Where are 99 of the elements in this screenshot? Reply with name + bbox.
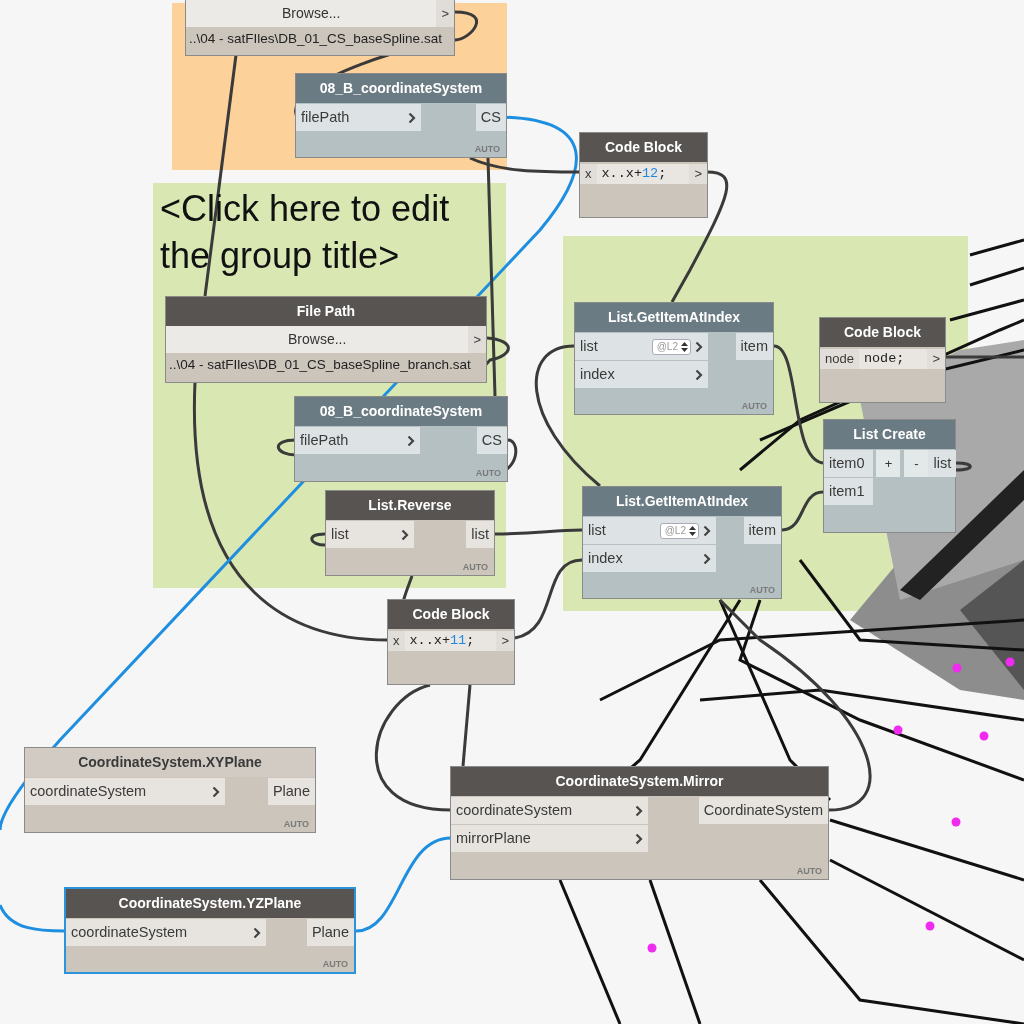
point-marker bbox=[952, 663, 962, 673]
node-card[interactable]: File Path Browse... > ..\04 - satFIles\DB_01_CS_baseSpline_branch.sat bbox=[165, 296, 487, 383]
node-card[interactable]: List.GetItemAtIndex list @L2 index item AUTO bbox=[574, 302, 774, 415]
spinner-icon[interactable] bbox=[680, 339, 689, 354]
output-port[interactable]: list bbox=[466, 521, 494, 548]
node-header: CoordinateSystem.Mirror bbox=[451, 767, 828, 796]
wire bbox=[0, 904, 65, 933]
lacing-label: AUTO bbox=[462, 562, 488, 572]
lacing-label: AUTO bbox=[322, 959, 348, 969]
chevron-icon bbox=[408, 111, 416, 124]
chevron-icon bbox=[635, 832, 643, 845]
wire bbox=[955, 461, 971, 472]
output-port[interactable]: item bbox=[743, 517, 781, 544]
chevron-icon bbox=[253, 926, 261, 939]
curve-line bbox=[969, 238, 1024, 257]
port-count-button[interactable]: - bbox=[904, 450, 929, 477]
code-editor[interactable]: x..x+11; bbox=[404, 631, 497, 651]
browse-button[interactable]: Browse... bbox=[186, 0, 437, 27]
chevron-icon bbox=[695, 340, 703, 353]
output-port[interactable]: item bbox=[735, 333, 773, 360]
point-marker bbox=[951, 817, 961, 827]
node-header: CoordinateSystem.XYPlane bbox=[25, 748, 315, 777]
chevron-icon bbox=[212, 785, 220, 798]
output-port[interactable]: CS bbox=[475, 104, 506, 131]
node-header: List Create bbox=[824, 420, 955, 449]
node-header: Code Block bbox=[580, 133, 707, 162]
output-port[interactable]: Plane bbox=[306, 919, 354, 946]
point-marker bbox=[925, 921, 935, 931]
chevron-icon bbox=[401, 528, 409, 541]
input-port[interactable]: list @L2 bbox=[583, 517, 716, 544]
output-port[interactable]: CoordinateSystem bbox=[698, 797, 828, 824]
output-port[interactable]: > bbox=[436, 0, 454, 27]
node-card[interactable]: List.GetItemAtIndex list @L2 index item AUTO bbox=[582, 486, 782, 599]
output-port[interactable]: Plane bbox=[267, 778, 315, 805]
input-port[interactable]: coordinateSystem bbox=[451, 797, 648, 824]
input-port[interactable]: filePath bbox=[296, 104, 421, 131]
node-card[interactable]: 08_B_coordinateSystem filePath CS AUTO bbox=[295, 73, 507, 158]
node-header: List.GetItemAtIndex bbox=[583, 487, 781, 516]
input-port[interactable]: item1 bbox=[824, 478, 874, 505]
node-header: List.GetItemAtIndex bbox=[575, 303, 773, 332]
input-port[interactable]: filePath bbox=[295, 427, 420, 454]
lacing-label: AUTO bbox=[796, 866, 822, 876]
chevron-icon bbox=[703, 552, 711, 565]
file-path-text: ..\04 - satFIles\DB_01_CS_baseSpline.sat bbox=[188, 30, 443, 48]
input-port[interactable]: index bbox=[583, 545, 716, 572]
chevron-icon bbox=[703, 524, 711, 537]
output-port[interactable]: > bbox=[927, 349, 945, 369]
input-port[interactable]: mirrorPlane bbox=[451, 825, 648, 852]
node-header: 08_B_coordinateSystem bbox=[296, 74, 506, 103]
node-card[interactable]: CoordinateSystem.YZPlane coordinateSystem Plane AUTO bbox=[64, 887, 356, 974]
output-port[interactable]: > bbox=[496, 631, 514, 651]
point-marker bbox=[979, 731, 989, 741]
input-port[interactable]: item0 bbox=[824, 450, 874, 477]
spinner-icon[interactable] bbox=[688, 523, 697, 538]
input-port[interactable]: list bbox=[326, 521, 414, 548]
lacing-label: AUTO bbox=[749, 585, 775, 595]
node-card[interactable]: List.Reverse list list AUTO bbox=[325, 490, 495, 576]
node-header: Code Block bbox=[388, 600, 514, 629]
node-card[interactable]: List Create item0 item1 + - list bbox=[823, 419, 956, 533]
node-card[interactable]: CoordinateSystem.Mirror coordinateSystem mirrorPlane CoordinateSystem AUTO bbox=[450, 766, 829, 880]
node-card[interactable]: Browse... > ..\04 - satFIles\DB_01_CS_baseSpline.sat bbox=[185, 0, 455, 56]
output-port[interactable]: CS bbox=[476, 427, 507, 454]
output-port[interactable]: list bbox=[928, 450, 957, 477]
port-count-button[interactable]: + bbox=[876, 450, 901, 477]
curve-line bbox=[969, 266, 1024, 287]
lacing-label: AUTO bbox=[474, 144, 500, 154]
point-marker bbox=[893, 725, 903, 735]
input-port[interactable]: coordinateSystem bbox=[25, 778, 225, 805]
node-card[interactable]: CoordinateSystem.XYPlane coordinateSystem Plane AUTO bbox=[24, 747, 316, 833]
lacing-label: AUTO bbox=[741, 401, 767, 411]
chevron-icon bbox=[635, 804, 643, 817]
input-port[interactable]: index bbox=[575, 361, 708, 388]
node-header: File Path bbox=[166, 297, 486, 326]
node-header: CoordinateSystem.YZPlane bbox=[66, 889, 354, 918]
node-card[interactable]: Code Block x x..x+12; > bbox=[579, 132, 708, 218]
code-editor[interactable]: node; bbox=[858, 349, 928, 369]
lacing-label: AUTO bbox=[283, 819, 309, 829]
node-header: Code Block bbox=[820, 318, 945, 347]
input-port[interactable]: coordinateSystem bbox=[66, 919, 266, 946]
node-card[interactable]: 08_B_coordinateSystem filePath CS AUTO bbox=[294, 396, 508, 482]
input-port[interactable]: x bbox=[388, 631, 405, 651]
node-header: 08_B_coordinateSystem bbox=[295, 397, 507, 426]
point-marker bbox=[1005, 657, 1015, 667]
input-port[interactable]: node bbox=[820, 349, 859, 369]
input-port[interactable]: list @L2 bbox=[575, 333, 708, 360]
output-port[interactable]: > bbox=[468, 326, 486, 353]
chevron-icon bbox=[407, 434, 415, 447]
wire bbox=[781, 490, 824, 532]
node-card[interactable]: Code Block x x..x+11; > bbox=[387, 599, 515, 685]
lacing-label: AUTO bbox=[475, 468, 501, 478]
code-editor[interactable]: x..x+12; bbox=[596, 164, 690, 184]
node-header: List.Reverse bbox=[326, 491, 494, 520]
chevron-icon bbox=[695, 368, 703, 381]
node-card[interactable]: Code Block node node; > bbox=[819, 317, 946, 403]
file-path-text: ..\04 - satFIles\DB_01_CS_baseSpline_branch.sat bbox=[168, 356, 472, 374]
input-port[interactable]: x bbox=[580, 164, 597, 184]
browse-button[interactable]: Browse... bbox=[166, 326, 469, 353]
point-marker bbox=[647, 943, 657, 953]
output-port[interactable]: > bbox=[689, 164, 707, 184]
